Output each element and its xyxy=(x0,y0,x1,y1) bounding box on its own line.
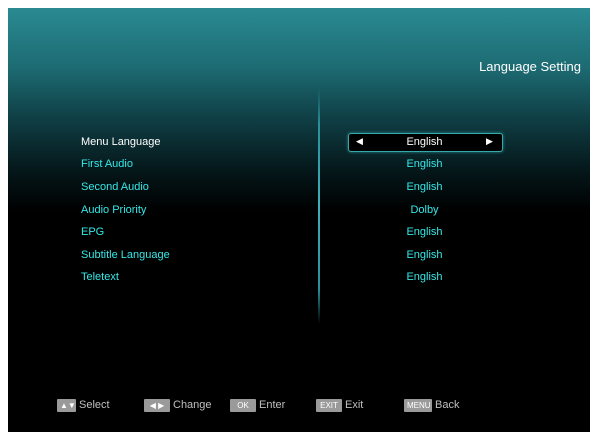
setting-value: English xyxy=(406,136,443,148)
setting-row-second-audio[interactable]: Second Audio English xyxy=(8,178,590,200)
hint-label: Back xyxy=(435,399,460,411)
setting-value: English xyxy=(406,181,443,193)
setting-value: English xyxy=(406,271,443,283)
exit-key-icon: EXIT xyxy=(316,398,342,412)
setting-label: EPG xyxy=(81,226,105,238)
setting-row-teletext[interactable]: Teletext English xyxy=(8,268,590,290)
setting-value: English xyxy=(406,158,443,170)
setting-label: Second Audio xyxy=(81,181,149,193)
setting-row-audio-priority[interactable]: Audio Priority Dolby xyxy=(8,201,590,223)
setting-label: Menu Language xyxy=(81,136,161,148)
right-arrow-icon[interactable]: ▶ xyxy=(486,136,493,147)
setting-label: Teletext xyxy=(81,271,119,283)
setting-row-subtitle-language[interactable]: Subtitle Language English xyxy=(8,246,590,268)
hint-label: Exit xyxy=(345,399,364,411)
setting-value: English xyxy=(406,226,443,238)
hint-label: Enter xyxy=(259,399,286,411)
setting-row-first-audio[interactable]: First Audio English xyxy=(8,155,590,177)
setting-label: First Audio xyxy=(81,158,133,170)
ok-key-icon: OK xyxy=(230,398,256,412)
footer-hints: ▲▼ Select ◀ ▶ Change OK Enter EXIT Exit … xyxy=(8,397,590,413)
page-title: Language Setting xyxy=(479,59,581,74)
hint-change: ◀ ▶ Change xyxy=(144,397,212,413)
hint-enter: OK Enter xyxy=(230,397,285,413)
hint-back: MENU Back xyxy=(404,397,459,413)
tv-screen: Language Setting Menu Language ◀ English… xyxy=(8,8,590,432)
hint-label: Change xyxy=(173,399,212,411)
hint-label: Select xyxy=(79,399,110,411)
hint-exit: EXIT Exit xyxy=(316,397,363,413)
hint-select: ▲▼ Select xyxy=(57,397,110,413)
up-down-icon: ▲▼ xyxy=(57,398,76,412)
setting-label: Audio Priority xyxy=(81,204,147,216)
left-right-icon: ◀ ▶ xyxy=(144,398,170,412)
setting-label: Subtitle Language xyxy=(81,249,170,261)
setting-row-epg[interactable]: EPG English xyxy=(8,223,590,245)
setting-row-menu-language[interactable]: Menu Language ◀ English ▶ xyxy=(8,133,590,155)
menu-key-icon: MENU xyxy=(404,398,432,412)
setting-value: English xyxy=(406,249,443,261)
setting-value: Dolby xyxy=(410,204,439,216)
